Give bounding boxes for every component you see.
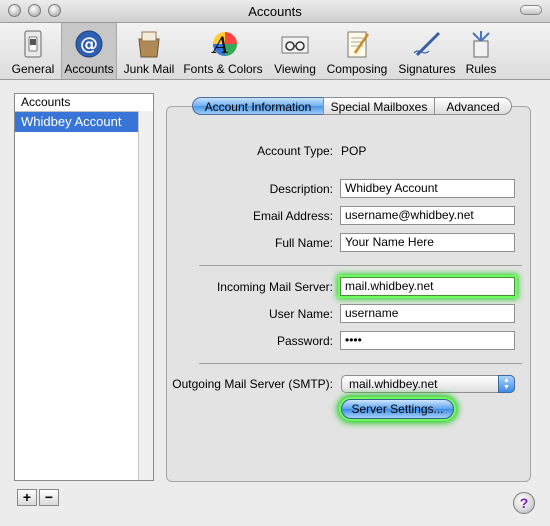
- toolbar-accounts[interactable]: @ Accounts: [61, 23, 117, 79]
- account-type-label: Account Type:: [257, 144, 333, 158]
- email-address-label: Email Address:: [252, 209, 333, 223]
- toolbar-fonts-colors-label: Fonts & Colors: [183, 62, 263, 76]
- incoming-mail-server-field[interactable]: mail.whidbey.net: [340, 277, 515, 296]
- rules-icon: [472, 31, 490, 58]
- title-bar[interactable]: Accounts: [0, 0, 550, 23]
- add-account-button[interactable]: +: [17, 489, 37, 506]
- description-field[interactable]: Whidbey Account: [340, 179, 515, 198]
- outgoing-mail-server-value: mail.whidbey.net: [349, 377, 438, 391]
- toolbar-general[interactable]: General: [8, 23, 58, 79]
- svg-text:A: A: [211, 34, 229, 59]
- account-type-value: POP: [341, 144, 367, 158]
- toolbar-viewing[interactable]: Viewing: [270, 23, 320, 79]
- toolbar-junk-mail[interactable]: Junk Mail: [120, 23, 178, 79]
- signature-pen-icon: [413, 31, 441, 57]
- toolbar-signatures[interactable]: Signatures: [394, 23, 460, 79]
- user-name-label: User Name:: [268, 307, 333, 321]
- svg-text:@: @: [80, 34, 98, 55]
- toolbar-rules[interactable]: Rules: [462, 23, 500, 79]
- toolbar-signatures-label: Signatures: [398, 62, 456, 76]
- description-label: Description:: [269, 182, 333, 196]
- toolbar-viewing-label: Viewing: [274, 62, 316, 76]
- incoming-mail-server-label: Incoming Mail Server:: [216, 280, 333, 294]
- tab-advanced[interactable]: Advanced: [434, 97, 512, 115]
- toolbar-rules-label: Rules: [465, 62, 497, 76]
- outgoing-mail-server-popup[interactable]: mail.whidbey.net ▲ ▼: [341, 375, 515, 393]
- accounts-list-scrollbar[interactable]: [138, 111, 153, 480]
- fonts-colors-icon: A: [211, 32, 237, 59]
- accounts-list-header[interactable]: Accounts: [15, 94, 153, 112]
- email-address-field[interactable]: username@whidbey.net: [340, 206, 515, 225]
- form-divider: [199, 363, 522, 364]
- tab-account-information[interactable]: Account Information: [192, 97, 324, 115]
- popup-arrows-icon: ▲ ▼: [498, 375, 515, 393]
- toolbar-composing-label: Composing: [326, 62, 388, 76]
- remove-account-button[interactable]: −: [39, 489, 59, 506]
- tab-special-mailboxes[interactable]: Special Mailboxes: [323, 97, 435, 115]
- light-switch-icon: [24, 30, 42, 58]
- at-sign-icon: @: [75, 30, 103, 58]
- composing-icon: [347, 31, 370, 58]
- viewing-glasses-icon: [281, 36, 309, 54]
- window-title: Accounts: [248, 4, 302, 19]
- password-field[interactable]: ••••: [340, 331, 515, 350]
- account-row-whidbey[interactable]: Whidbey Account: [15, 112, 139, 132]
- server-settings-button[interactable]: Server Settings...: [341, 399, 454, 419]
- toolbar-general-label: General: [11, 62, 55, 76]
- preferences-toolbar: General @ Accounts Junk Mail A Fonts & C…: [0, 23, 550, 80]
- password-label: Password:: [276, 334, 333, 348]
- toolbar-junk-mail-label: Junk Mail: [123, 62, 175, 76]
- toolbar-toggle-button[interactable]: [520, 5, 542, 15]
- full-name-label: Full Name:: [274, 236, 333, 250]
- toolbar-accounts-label: Accounts: [64, 62, 114, 76]
- form-divider: [199, 265, 522, 266]
- accounts-list[interactable]: Accounts Whidbey Account: [14, 93, 154, 481]
- outgoing-mail-server-label: Outgoing Mail Server (SMTP):: [172, 377, 333, 391]
- accounts-preferences-window: Accounts General @ Accounts Junk Mail A …: [0, 0, 550, 526]
- user-name-field[interactable]: username: [340, 304, 515, 323]
- toolbar-fonts-colors[interactable]: A Fonts & Colors: [180, 23, 266, 79]
- toolbar-composing[interactable]: Composing: [324, 23, 390, 79]
- full-name-field[interactable]: Your Name Here: [340, 233, 515, 252]
- help-button[interactable]: ?: [513, 492, 535, 514]
- junk-mail-icon: [138, 31, 160, 58]
